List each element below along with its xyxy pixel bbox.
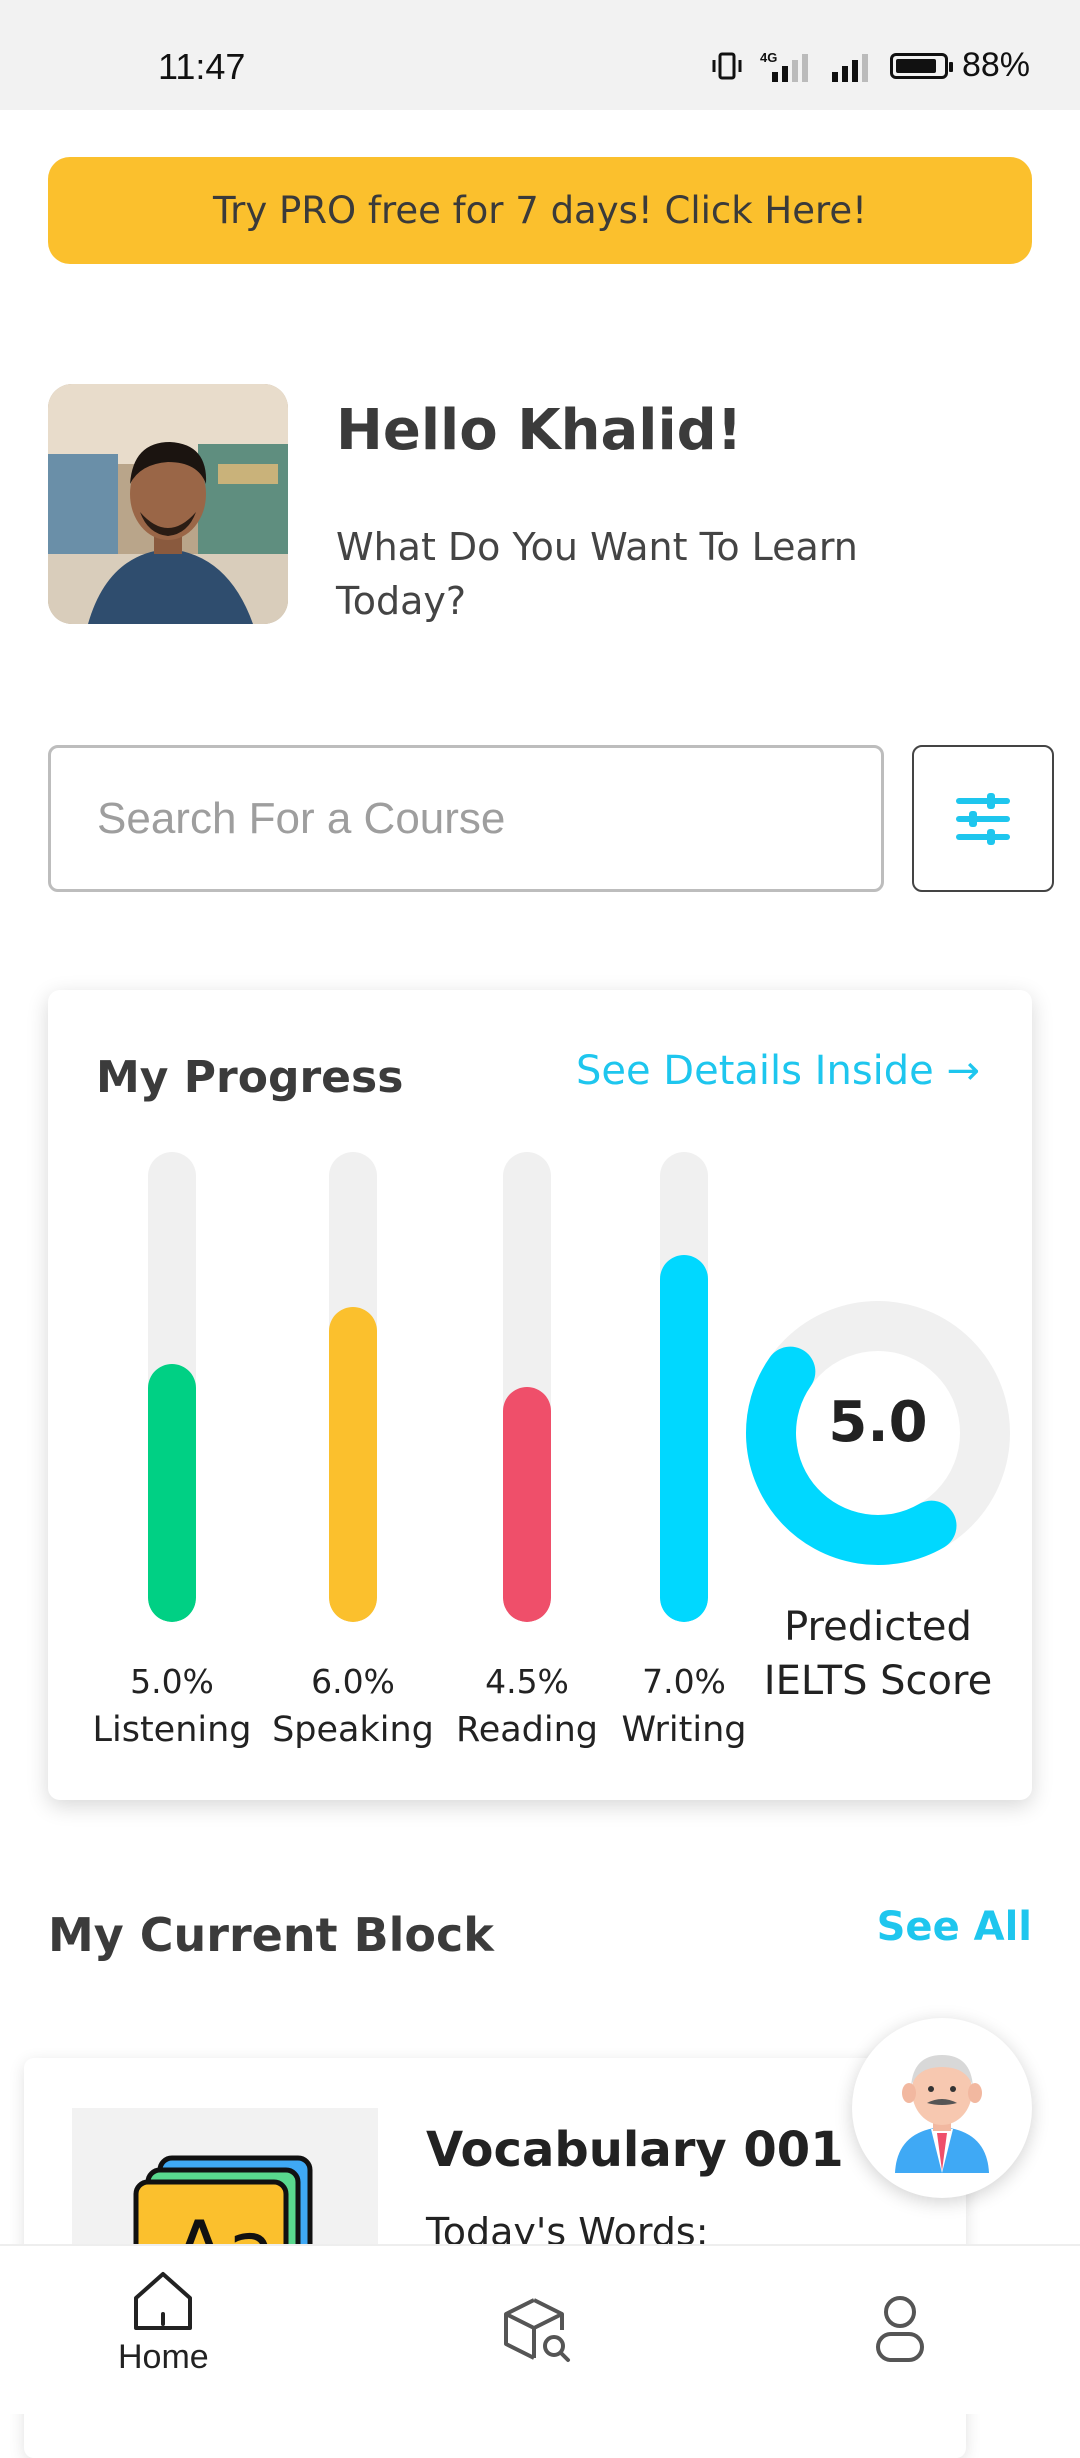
see-details-link[interactable]: See Details Inside → [576, 1048, 980, 1094]
ielts-score-label: Predicted IELTS Score [763, 1604, 993, 1704]
greeting-subtitle: What Do You Want To Learn Today? [336, 525, 858, 623]
reading-bar [503, 1152, 551, 1622]
signal-4g-icon: 4G [760, 50, 808, 82]
network-type: 4G [760, 50, 777, 65]
see-all-link[interactable]: See All [877, 1904, 1032, 1950]
speaking-value: 6.0% [311, 1662, 395, 1701]
battery-percent: 88% [961, 46, 1030, 84]
progress-card: My Progress See Details Inside → 5.0% 6.… [48, 990, 1032, 1800]
signal-icon [831, 53, 868, 82]
nav-home-label: Home [118, 2338, 209, 2376]
writing-bar-fill [660, 1255, 708, 1622]
filter-button[interactable] [912, 745, 1054, 892]
nav-profile[interactable] [872, 2294, 928, 2364]
reading-value: 4.5% [485, 1662, 569, 1701]
nav-explore[interactable] [500, 2294, 572, 2364]
explore-box-icon [504, 2298, 570, 2362]
current-block-title: My Current Block [48, 1908, 494, 1962]
nav-home[interactable]: Home [118, 2268, 209, 2377]
teacher-avatar-icon [895, 2055, 989, 2173]
assistant-fab[interactable] [852, 2018, 1032, 2198]
listening-value: 5.0% [130, 1662, 214, 1701]
reading-bar-fill [503, 1387, 551, 1622]
bottom-nav: Home [0, 2244, 1080, 2414]
course-search-input[interactable]: Search For a Course [48, 745, 884, 892]
sliders-icon [956, 792, 1010, 845]
block-item-title: Vocabulary 001 [426, 2122, 844, 2178]
vibrate-icon [712, 52, 742, 79]
status-bar: 11:47 4G 88% [0, 0, 1080, 110]
profile-icon [876, 2296, 924, 2362]
writing-bar [660, 1152, 708, 1622]
pro-trial-button[interactable]: Try PRO free for 7 days! Click Here! [48, 157, 1032, 264]
battery-icon [889, 52, 953, 79]
speaking-bar [329, 1152, 377, 1622]
speaking-label: Speaking [272, 1710, 434, 1750]
writing-label: Writing [621, 1710, 747, 1750]
status-icons: 4G 88% [710, 46, 1030, 85]
avatar[interactable] [48, 384, 288, 624]
listening-bar [148, 1152, 196, 1622]
greeting-title: Hello Khalid! [336, 398, 743, 463]
ielts-score-value: 5.0 [828, 1390, 928, 1455]
reading-label: Reading [455, 1710, 599, 1750]
progress-title: My Progress [96, 1052, 404, 1103]
home-icon [134, 2272, 193, 2330]
speaking-bar-fill [329, 1307, 377, 1622]
status-time: 11:47 [158, 46, 246, 87]
listening-bar-fill [148, 1363, 196, 1622]
listening-label: Listening [92, 1710, 252, 1750]
